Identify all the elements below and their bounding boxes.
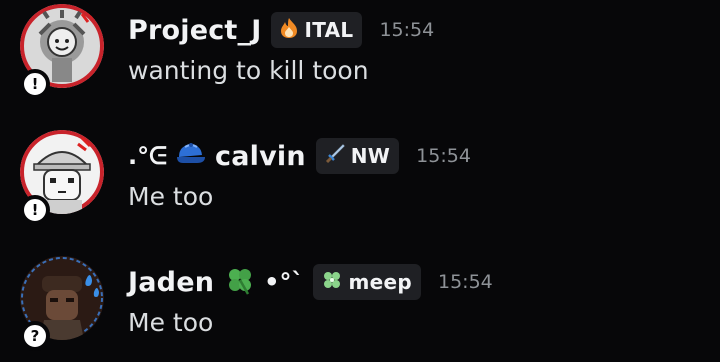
username[interactable]: Jaden bbox=[128, 267, 214, 298]
avatar-container[interactable]: ! bbox=[20, 130, 104, 225]
four-leaf-clover-icon bbox=[224, 264, 256, 300]
message: ? Jaden •°` meep 15:54 Me too bbox=[0, 252, 720, 362]
message: ! .°ᕮ calvin NW 15:54 Me too bbox=[0, 126, 720, 236]
message-content: Me too bbox=[128, 182, 214, 211]
message-header: .°ᕮ calvin NW 15:54 bbox=[128, 136, 471, 176]
status-badge: ! bbox=[20, 195, 50, 225]
server-tag-label: NW bbox=[350, 144, 391, 168]
message: ! Project_J ITAL 15:54 wanting to kill t… bbox=[0, 0, 720, 110]
server-tag[interactable]: NW bbox=[315, 138, 400, 174]
server-tag-label: meep bbox=[348, 270, 412, 294]
clover-icon bbox=[321, 269, 343, 296]
timestamp[interactable]: 15:54 bbox=[379, 19, 434, 41]
sword-icon bbox=[324, 143, 346, 170]
status-badge: ! bbox=[20, 69, 50, 99]
message-header: Jaden •°` meep 15:54 bbox=[128, 262, 493, 302]
username[interactable]: calvin bbox=[215, 141, 306, 172]
server-tag-label: ITAL bbox=[304, 18, 354, 42]
fire-icon bbox=[279, 17, 299, 44]
message-content: Me too bbox=[128, 308, 214, 337]
avatar-container[interactable]: ! bbox=[20, 4, 104, 99]
avatar-container[interactable]: ? bbox=[20, 256, 104, 351]
username-decoration: •°` bbox=[264, 268, 304, 296]
server-tag[interactable]: ITAL bbox=[271, 12, 363, 48]
message-content: wanting to kill toon bbox=[128, 56, 369, 85]
blue-cap-icon bbox=[175, 141, 207, 171]
username-decoration: .°ᕮ bbox=[128, 142, 167, 170]
message-header: Project_J ITAL 15:54 bbox=[128, 10, 434, 50]
username[interactable]: Project_J bbox=[128, 15, 261, 46]
status-badge: ? bbox=[20, 321, 50, 351]
timestamp[interactable]: 15:54 bbox=[438, 271, 493, 293]
server-tag[interactable]: meep bbox=[313, 264, 421, 300]
timestamp[interactable]: 15:54 bbox=[416, 145, 471, 167]
